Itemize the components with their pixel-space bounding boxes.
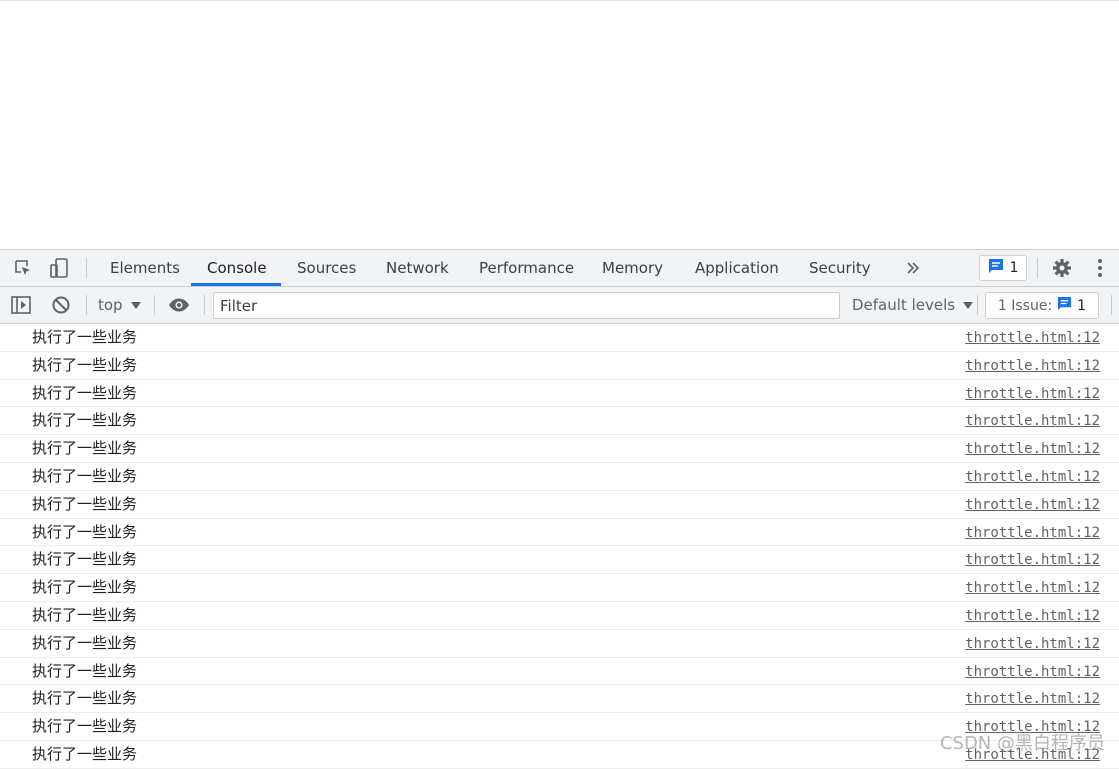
console-message-text: 执行了一些业务 bbox=[32, 439, 138, 458]
tab-security[interactable]: Security bbox=[809, 250, 871, 286]
console-message-row: 执行了一些业务 throttle.html:12 bbox=[0, 407, 1119, 436]
console-messages: 执行了一些业务 throttle.html:12 执行了一些业务 throttle.… bbox=[0, 324, 1119, 769]
console-message-text: 执行了一些业务 bbox=[32, 661, 138, 680]
console-message-text: 执行了一些业务 bbox=[32, 328, 138, 346]
source-link[interactable]: throttle.html:12 bbox=[965, 324, 1100, 352]
console-message-row: 执行了一些业务 throttle.html:12 bbox=[0, 519, 1119, 547]
console-message-row: 执行了一些业务 throttle.html:12 bbox=[0, 435, 1119, 463]
console-message-text: 执行了一些业务 bbox=[32, 744, 138, 763]
console-message-text: 执行了一些业务 bbox=[32, 633, 138, 652]
context-label: top bbox=[98, 296, 123, 314]
filter-input[interactable]: Filter bbox=[213, 292, 840, 319]
console-message-text: 执行了一些业务 bbox=[32, 466, 138, 485]
console-message-row: 执行了一些业务 throttle.html:12 bbox=[0, 741, 1119, 769]
toolbar-divider bbox=[86, 258, 87, 278]
source-link[interactable]: throttle.html:12 bbox=[965, 658, 1100, 686]
console-message-text: 执行了一些业务 bbox=[32, 689, 138, 708]
console-message-row: 执行了一些业务 throttle.html:12 bbox=[0, 658, 1119, 686]
source-link[interactable]: throttle.html:12 bbox=[965, 519, 1100, 547]
toolbar-divider bbox=[86, 295, 87, 315]
source-link[interactable]: throttle.html:12 bbox=[965, 574, 1100, 602]
tab-console[interactable]: Console bbox=[207, 250, 267, 286]
console-toolbar: top Filter Default levels 1 Issue: 1 bbox=[0, 287, 1119, 324]
console-message-row: 执行了一些业务 throttle.html:12 bbox=[0, 324, 1119, 352]
active-tab-indicator bbox=[191, 283, 281, 286]
console-message-text: 执行了一些业务 bbox=[32, 494, 138, 513]
console-message-text: 执行了一些业务 bbox=[32, 605, 138, 624]
messages-badge-button[interactable]: 1 bbox=[979, 255, 1027, 281]
source-link[interactable]: throttle.html:12 bbox=[965, 630, 1100, 658]
message-icon bbox=[988, 258, 1004, 278]
tab-memory[interactable]: Memory bbox=[602, 250, 663, 286]
source-link[interactable]: throttle.html:12 bbox=[965, 407, 1100, 435]
toolbar-divider bbox=[154, 295, 155, 315]
tab-network[interactable]: Network bbox=[386, 250, 449, 286]
issues-count: 1 bbox=[1077, 297, 1087, 314]
console-message-row: 执行了一些业务 throttle.html:12 bbox=[0, 713, 1119, 741]
console-message-text: 执行了一些业务 bbox=[32, 383, 138, 402]
console-message-row: 执行了一些业务 throttle.html:12 bbox=[0, 380, 1119, 408]
message-icon bbox=[1057, 296, 1072, 315]
tab-performance[interactable]: Performance bbox=[479, 250, 574, 286]
toolbar-divider bbox=[1037, 258, 1038, 278]
inspected-page-viewport bbox=[0, 0, 1119, 249]
toolbar-divider bbox=[1111, 295, 1112, 315]
issues-button[interactable]: 1 Issue: 1 bbox=[985, 292, 1099, 319]
source-link[interactable]: throttle.html:12 bbox=[965, 380, 1100, 408]
eye-icon[interactable] bbox=[167, 293, 191, 317]
console-message-row: 执行了一些业务 throttle.html:12 bbox=[0, 352, 1119, 380]
devtools-panel: Elements Console Sources Network Perform… bbox=[0, 249, 1119, 769]
console-message-row: 执行了一些业务 throttle.html:12 bbox=[0, 574, 1119, 602]
context-selector[interactable]: top bbox=[98, 287, 141, 323]
source-link[interactable]: throttle.html:12 bbox=[965, 713, 1100, 741]
toolbar-divider bbox=[977, 295, 978, 315]
kebab-menu-icon[interactable] bbox=[1088, 256, 1112, 280]
console-message-row: 执行了一些业务 throttle.html:12 bbox=[0, 546, 1119, 575]
sidebar-toggle-icon[interactable] bbox=[9, 293, 33, 317]
console-message-text: 执行了一些业务 bbox=[32, 411, 138, 430]
issues-label: 1 Issue: bbox=[997, 297, 1053, 314]
console-message-text: 执行了一些业务 bbox=[32, 522, 138, 541]
source-link[interactable]: throttle.html:12 bbox=[965, 546, 1100, 574]
console-message-row: 执行了一些业务 throttle.html:12 bbox=[0, 685, 1119, 714]
device-toggle-icon[interactable] bbox=[47, 256, 71, 280]
inspect-element-icon[interactable] bbox=[11, 256, 35, 280]
console-message-text: 执行了一些业务 bbox=[32, 578, 138, 597]
console-message-text: 执行了一些业务 bbox=[32, 550, 138, 569]
tab-sources[interactable]: Sources bbox=[297, 250, 356, 286]
console-message-text: 执行了一些业务 bbox=[32, 717, 138, 736]
console-message-row: 执行了一些业务 throttle.html:12 bbox=[0, 463, 1119, 491]
console-message-row: 执行了一些业务 throttle.html:12 bbox=[0, 602, 1119, 630]
tab-application[interactable]: Application bbox=[695, 250, 779, 286]
source-link[interactable]: throttle.html:12 bbox=[965, 491, 1100, 519]
source-link[interactable]: throttle.html:12 bbox=[965, 741, 1100, 769]
log-levels-label: Default levels bbox=[852, 296, 956, 314]
log-levels-dropdown[interactable]: Default levels bbox=[852, 286, 974, 324]
messages-count: 1 bbox=[1009, 260, 1019, 276]
dropdown-arrow-icon bbox=[130, 286, 141, 324]
tab-elements[interactable]: Elements bbox=[110, 250, 180, 286]
clear-console-icon[interactable] bbox=[49, 293, 73, 317]
source-link[interactable]: throttle.html:12 bbox=[965, 463, 1100, 491]
source-link[interactable]: throttle.html:12 bbox=[965, 352, 1100, 380]
console-message-row: 执行了一些业务 throttle.html:12 bbox=[0, 491, 1119, 519]
more-tabs-icon[interactable] bbox=[901, 256, 925, 280]
source-link[interactable]: throttle.html:12 bbox=[965, 435, 1100, 463]
toolbar-divider bbox=[204, 295, 205, 315]
dropdown-arrow-icon bbox=[963, 286, 974, 324]
source-link[interactable]: throttle.html:12 bbox=[965, 602, 1100, 630]
console-message-text: 执行了一些业务 bbox=[32, 355, 138, 374]
settings-gear-icon[interactable] bbox=[1050, 256, 1074, 280]
devtools-main-toolbar: Elements Console Sources Network Perform… bbox=[0, 250, 1119, 287]
console-message-row: 执行了一些业务 throttle.html:12 bbox=[0, 630, 1119, 658]
source-link[interactable]: throttle.html:12 bbox=[965, 685, 1100, 713]
